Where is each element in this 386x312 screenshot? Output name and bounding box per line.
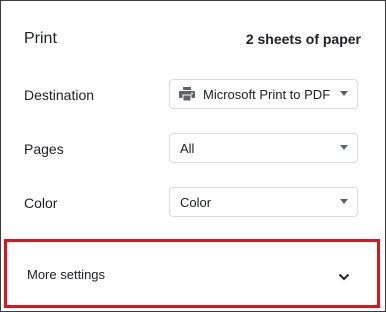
chevron-down-icon — [338, 269, 350, 281]
color-select[interactable]: Color — [169, 187, 358, 217]
print-settings-panel: Print 2 sheets of paper Destination Micr… — [0, 0, 386, 312]
destination-value: Microsoft Print to PDF — [203, 86, 331, 102]
printer-icon — [179, 87, 195, 102]
color-label: Color — [24, 195, 58, 211]
destination-label: Destination — [24, 87, 95, 103]
page-title: Print — [24, 30, 57, 47]
more-settings-toggle[interactable]: More settings — [4, 239, 380, 308]
destination-select[interactable]: Microsoft Print to PDF — [169, 79, 358, 109]
pages-select[interactable]: All — [169, 133, 358, 163]
dropdown-arrow-icon — [340, 145, 348, 150]
color-value: Color — [180, 194, 212, 210]
dropdown-arrow-icon — [340, 199, 348, 204]
dropdown-arrow-icon — [340, 91, 348, 96]
pages-label: Pages — [24, 141, 64, 157]
more-settings-label: More settings — [27, 267, 106, 282]
sheet-count: 2 sheets of paper — [245, 31, 361, 47]
pages-value: All — [180, 140, 195, 156]
